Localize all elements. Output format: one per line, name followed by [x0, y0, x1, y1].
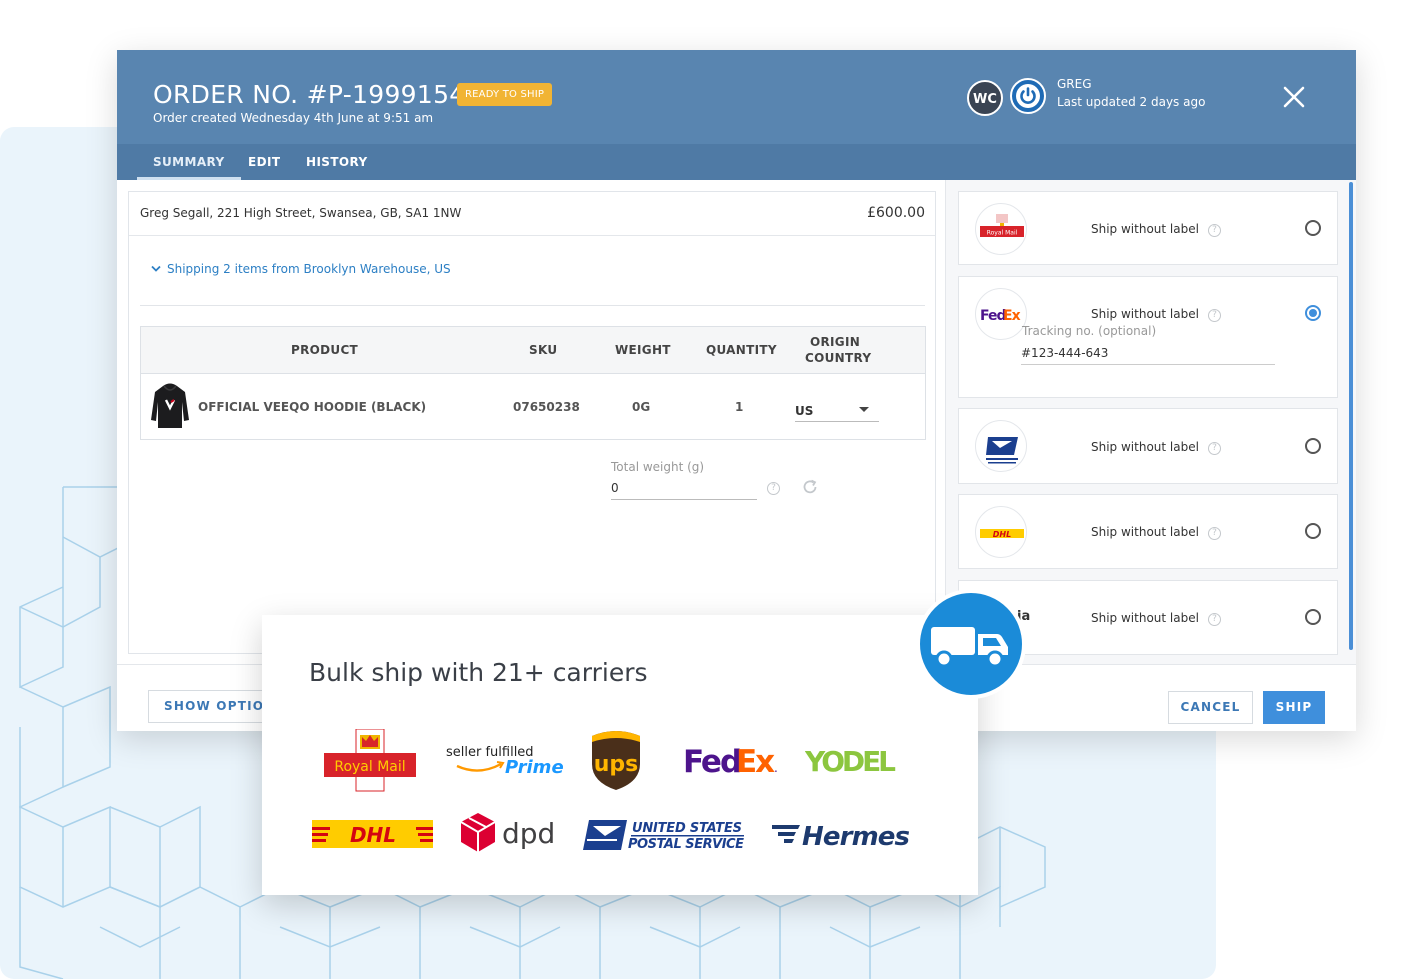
dhl-logo-text: DHL	[350, 823, 396, 847]
royal-mail-text: Royal Mail	[334, 759, 405, 775]
header-weight: WEIGHT	[615, 343, 671, 357]
dhl-logo: DHL	[312, 820, 433, 848]
carrier-radio-usps[interactable]	[1305, 438, 1321, 454]
total-weight-input[interactable]	[611, 476, 757, 500]
hermes-logo-text: Hermes	[802, 822, 910, 851]
truck-icon	[916, 589, 1026, 699]
hermes-logo: Hermes	[772, 817, 922, 852]
fedex-logo-fed: Fed	[683, 744, 740, 778]
header-origin: ORIGIN	[810, 335, 861, 349]
tab-edit[interactable]: EDIT	[248, 144, 280, 180]
avatar[interactable]: WC	[967, 80, 1003, 116]
chevron-down-icon	[859, 407, 869, 412]
fedex-logo-ex: Ex	[1003, 308, 1021, 324]
close-icon[interactable]	[1281, 84, 1307, 110]
yodel-logo: YODEL	[804, 742, 897, 778]
order-title: ORDER NO. #P-19991542	[153, 80, 482, 109]
product-quantity: 1	[735, 400, 744, 414]
help-icon[interactable]: ?	[1208, 613, 1221, 626]
total-weight-label: Total weight (g)	[611, 460, 705, 474]
divider	[140, 305, 925, 306]
scrollbar[interactable]	[1349, 182, 1353, 650]
user-name: GREG	[1057, 77, 1092, 91]
carrier-label: Ship without label	[1091, 611, 1199, 625]
usps-logo: UNITED STATES POSTAL SERVICE	[583, 818, 745, 852]
header-quantity: QUANTITY	[706, 343, 777, 357]
ups-logo: ups	[590, 728, 642, 792]
bulk-ship-title: Bulk ship with 21+ carriers	[309, 658, 648, 687]
product-table: PRODUCT SKU WEIGHT QUANTITY ORIGIN COUNT…	[140, 326, 926, 440]
tracking-number-label: Tracking no. (optional)	[1022, 324, 1157, 338]
address-row: Greg Segall, 221 High Street, Swansea, G…	[129, 192, 935, 236]
dpd-logo-text: dpd	[502, 817, 555, 850]
bulk-ship-card: Bulk ship with 21+ carriers Royal Mail s…	[262, 615, 978, 895]
cancel-button[interactable]: CANCEL	[1168, 691, 1253, 724]
carrier-label: Ship without label	[1091, 307, 1199, 321]
help-icon[interactable]: ?	[1208, 442, 1221, 455]
origin-country-select[interactable]: US	[795, 400, 879, 422]
carrier-label: Ship without label	[1091, 222, 1199, 236]
prime-logo: seller fulfilled Prime	[445, 742, 564, 782]
carrier-radio-fedex[interactable]	[1305, 305, 1321, 321]
carrier-radio-other[interactable]	[1305, 609, 1321, 625]
tab-summary[interactable]: SUMMARY	[137, 144, 241, 180]
origin-country-value: US	[795, 404, 814, 418]
royal-mail-logo-text: Royal Mail	[987, 230, 1018, 237]
product-name[interactable]: OFFICIAL VEEQO HOODIE (BLACK)	[198, 400, 426, 414]
tab-bar: SUMMARY EDIT HISTORY	[117, 144, 1356, 180]
fedex-logo: Fed Ex	[975, 288, 1027, 340]
royal-mail-logo: Royal Mail	[975, 203, 1027, 255]
ship-button[interactable]: SHIP	[1263, 691, 1325, 724]
carrier-option-usps[interactable]: Ship without label ?	[958, 408, 1338, 484]
carrier-option-dhl[interactable]: DHL Ship without label ?	[958, 494, 1338, 569]
fedex-logo-dot: .	[774, 761, 778, 775]
carrier-label: Ship without label	[1091, 440, 1199, 454]
help-icon[interactable]: ?	[1208, 527, 1221, 540]
shipping-items-toggle[interactable]: Shipping 2 items from Brooklyn Warehouse…	[151, 262, 451, 276]
product-weight: 0G	[632, 400, 651, 414]
power-icon[interactable]	[1010, 78, 1046, 114]
tracking-number-input[interactable]	[1021, 341, 1275, 365]
dpd-logo: dpd	[460, 812, 556, 854]
dhl-logo-text: DHL	[993, 530, 1011, 539]
ups-logo-text: ups	[594, 752, 639, 777]
yodel-logo-text: YODEL	[805, 745, 896, 778]
order-total: £600.00	[867, 205, 925, 221]
order-created-date: Order created Wednesday 4th June at 9:51…	[153, 111, 434, 125]
carrier-radio-dhl[interactable]	[1305, 523, 1321, 539]
carrier-option-fedex[interactable]: Fed Ex Ship without label ? Tracking no.…	[958, 276, 1338, 398]
help-icon[interactable]: ?	[1208, 224, 1221, 237]
product-thumbnail	[149, 382, 191, 430]
order-summary-panel: Greg Segall, 221 High Street, Swansea, G…	[128, 191, 936, 654]
dhl-logo: DHL	[975, 506, 1027, 558]
shipping-items-label: Shipping 2 items from Brooklyn Warehouse…	[167, 262, 451, 276]
header-country: COUNTRY	[805, 351, 872, 365]
product-sku: 07650238	[513, 400, 580, 414]
royal-mail-logo: Royal Mail	[324, 728, 416, 793]
header-sku: SKU	[529, 343, 558, 357]
usps-logo	[975, 420, 1027, 472]
status-badge: READY TO SHIP	[457, 83, 553, 106]
fedex-logo: Fed Ex .	[683, 742, 783, 780]
carrier-list: Royal Mail Ship without label ? Fed Ex S…	[945, 180, 1356, 664]
table-header: PRODUCT SKU WEIGHT QUANTITY ORIGIN COUNT…	[141, 327, 925, 374]
carrier-option-royal-mail[interactable]: Royal Mail Ship without label ?	[958, 191, 1338, 265]
shipping-address: Greg Segall, 221 High Street, Swansea, G…	[140, 206, 462, 220]
usps-logo-line1: UNITED STATES	[632, 821, 742, 836]
chevron-down-icon	[151, 265, 161, 272]
help-icon[interactable]: ?	[767, 482, 780, 495]
carrier-label: Ship without label	[1091, 525, 1199, 539]
modal-header: ORDER NO. #P-19991542 READY TO SHIP Orde…	[117, 50, 1356, 180]
prime-logo-line2: Prime	[505, 757, 563, 778]
last-updated: Last updated 2 days ago	[1057, 95, 1206, 109]
usps-logo-line2: POSTAL SERVICE	[628, 837, 744, 852]
fedex-logo-ex: Ex	[736, 744, 775, 778]
help-icon[interactable]: ?	[1208, 309, 1221, 322]
carrier-radio-royal-mail[interactable]	[1305, 220, 1321, 236]
fedex-logo-fed: Fed	[980, 308, 1006, 324]
refresh-icon[interactable]	[801, 478, 819, 496]
tab-history[interactable]: HISTORY	[306, 144, 368, 180]
header-product: PRODUCT	[291, 343, 359, 357]
